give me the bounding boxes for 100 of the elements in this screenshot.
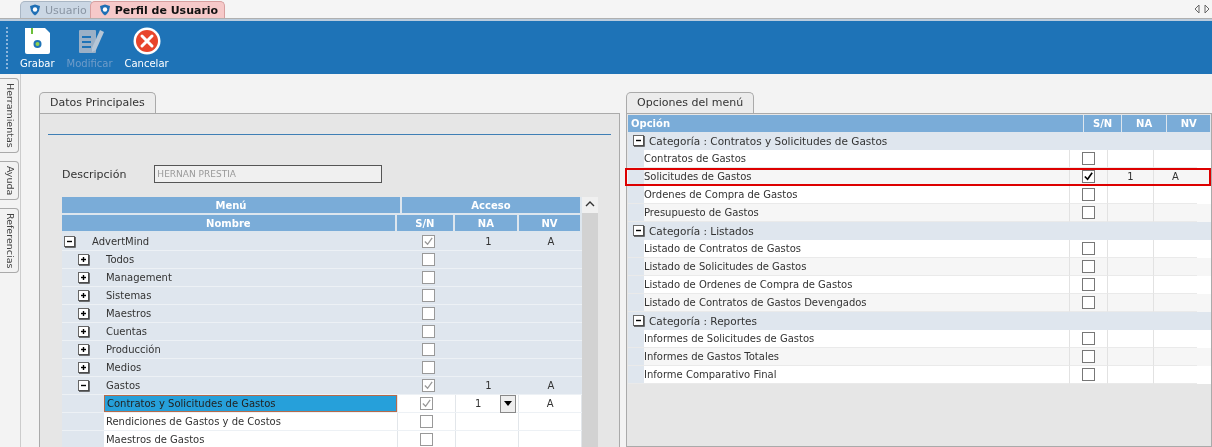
category-row[interactable]: Categoría : Reportes xyxy=(628,312,1211,330)
checkbox[interactable] xyxy=(1082,188,1095,201)
checkbox[interactable] xyxy=(421,343,435,356)
menu-option[interactable]: Listado de Solicitudes de Gastos xyxy=(644,261,807,272)
tree-row[interactable]: Management xyxy=(61,269,582,287)
checkbox[interactable] xyxy=(421,307,435,320)
checkbox[interactable] xyxy=(421,289,435,302)
checkbox[interactable] xyxy=(1082,206,1095,219)
option-row[interactable]: Listado de Ordenes de Compra de Gastos xyxy=(628,276,1211,294)
menu-option[interactable]: Solicitudes de Gastos xyxy=(644,171,752,182)
tree-toggle[interactable] xyxy=(77,325,90,338)
tree-row[interactable]: Maestros xyxy=(61,305,582,323)
tree-item[interactable]: Management xyxy=(103,269,172,286)
side-tab[interactable]: Referencias xyxy=(0,208,19,274)
checkbox[interactable] xyxy=(420,415,434,428)
category-row[interactable]: Categoría : Contratos y Solicitudes de Gastos xyxy=(628,132,1211,150)
menu-option[interactable]: Ordenes de Compra de Gastos xyxy=(644,189,798,200)
checkbox[interactable] xyxy=(421,253,435,266)
menu-option[interactable]: Presupuesto de Gastos xyxy=(644,207,759,218)
group-toggle[interactable] xyxy=(633,135,645,147)
tree-item[interactable]: Maestros de Gastos xyxy=(103,431,205,447)
toolbar-button[interactable]: Grabar xyxy=(18,26,57,69)
tree-row[interactable]: Contratos y Solicitudes de Gastos 1 A xyxy=(61,395,582,413)
checkbox[interactable] xyxy=(421,271,435,284)
menu-option[interactable]: Informes de Solicitudes de Gastos xyxy=(644,333,815,344)
table-cell: 1 xyxy=(1127,171,1134,182)
checkbox[interactable] xyxy=(421,361,435,374)
description-label: Descripción xyxy=(61,167,127,181)
option-row[interactable]: Listado de Solicitudes de Gastos xyxy=(628,258,1211,276)
tree-row[interactable]: AdvertMind 1 A xyxy=(61,233,582,251)
cancel-icon xyxy=(131,26,162,56)
menu-option[interactable]: Listado de Contratos de Gastos xyxy=(644,243,801,254)
checkbox[interactable] xyxy=(1082,350,1095,363)
menu-option[interactable]: Listado de Ordenes de Compra de Gastos xyxy=(644,279,853,290)
checkbox[interactable] xyxy=(1082,368,1095,381)
option-row[interactable]: Ordenes de Compra de Gastos xyxy=(628,186,1211,204)
tree-toggle[interactable] xyxy=(77,379,90,392)
option-row[interactable]: Informes de Gastos Totales xyxy=(628,348,1211,366)
tree-row[interactable]: Rendiciones de Gastos y de Costos xyxy=(61,413,582,431)
tree-toggle[interactable] xyxy=(77,271,90,284)
document-tab[interactable]: Perfil de Usuario xyxy=(89,1,226,18)
option-row[interactable]: Contratos de Gastos xyxy=(628,150,1211,168)
tree-item[interactable]: Maestros xyxy=(103,305,152,322)
group-toggle[interactable] xyxy=(633,315,645,327)
tree-row[interactable]: Todos xyxy=(61,251,582,269)
side-tab[interactable]: Ayuda xyxy=(0,160,19,201)
checkbox[interactable] xyxy=(421,235,435,248)
option-row[interactable]: Informes de Solicitudes de Gastos xyxy=(628,330,1211,348)
scroll-arrows-icon[interactable] xyxy=(1194,4,1210,14)
menu-option[interactable]: Contratos de Gastos xyxy=(644,153,747,164)
tree-row[interactable]: Producción xyxy=(61,341,582,359)
tree-toggle[interactable] xyxy=(77,361,90,374)
option-row[interactable]: Informe Comparativo Final xyxy=(628,366,1211,384)
checkbox[interactable] xyxy=(421,379,435,392)
tree-item[interactable]: Todos xyxy=(103,251,135,268)
option-row[interactable]: Presupuesto de Gastos xyxy=(628,204,1211,222)
tree-item[interactable]: Rendiciones de Gastos y de Costos xyxy=(103,413,281,430)
tree-toggle[interactable] xyxy=(77,307,90,320)
tree-item[interactable]: Cuentas xyxy=(103,323,148,340)
tree-row[interactable]: Medios xyxy=(61,359,582,377)
tree-row[interactable]: Cuentas xyxy=(61,323,582,341)
tree-toggle[interactable] xyxy=(63,235,76,248)
category-header: Categoría : Contratos y Solicitudes de Gastos xyxy=(649,135,888,147)
checkbox[interactable] xyxy=(1082,152,1095,165)
checkbox[interactable] xyxy=(1082,296,1095,309)
checkbox[interactable] xyxy=(420,397,434,410)
checkbox[interactable] xyxy=(420,433,434,446)
tree-item[interactable]: Medios xyxy=(103,359,142,376)
tree-item[interactable]: Sistemas xyxy=(103,287,152,304)
side-tab[interactable]: Herramientas xyxy=(0,78,19,153)
group-toggle[interactable] xyxy=(633,225,645,237)
menu-option[interactable]: Informe Comparativo Final xyxy=(644,369,777,380)
panel-tab[interactable]: Datos Principales xyxy=(38,92,156,113)
tree-item[interactable]: Producción xyxy=(103,341,161,358)
menu-option[interactable]: Listado de Contratos de Gastos Devengados xyxy=(644,297,867,308)
option-row[interactable]: Listado de Contratos de Gastos Devengados xyxy=(628,294,1211,312)
toolbar-button[interactable]: Cancelar xyxy=(122,26,171,69)
checkbox[interactable] xyxy=(1082,242,1095,255)
tree-item[interactable]: Gastos xyxy=(103,377,141,394)
tree-toggle[interactable] xyxy=(77,343,90,356)
level-dropdown[interactable]: 1 xyxy=(455,398,501,409)
scroll-up-icon[interactable] xyxy=(584,201,595,207)
checkbox[interactable] xyxy=(1082,278,1095,291)
checkbox[interactable] xyxy=(421,325,435,338)
option-row[interactable]: Solicitudes de Gastos 1 A xyxy=(625,168,1211,186)
option-row[interactable]: Listado de Contratos de Gastos xyxy=(628,240,1211,258)
tree-row[interactable]: Gastos 1 A xyxy=(61,377,582,395)
checkbox[interactable] xyxy=(1082,332,1095,345)
checkbox[interactable] xyxy=(1082,170,1095,183)
table-cell: A xyxy=(546,398,554,409)
category-header: Categoría : Reportes xyxy=(649,315,758,327)
tree-item[interactable]: Contratos y Solicitudes de Gastos xyxy=(103,395,398,412)
tree-toggle[interactable] xyxy=(77,253,90,266)
menu-option[interactable]: Informes de Gastos Totales xyxy=(644,351,780,362)
tree-item[interactable]: AdvertMind xyxy=(89,233,150,250)
checkbox[interactable] xyxy=(1082,260,1095,273)
tree-row[interactable]: Sistemas xyxy=(61,287,582,305)
panel-tab[interactable]: Opciones del menú xyxy=(626,92,755,113)
tree-toggle[interactable] xyxy=(77,289,90,302)
category-row[interactable]: Categoría : Listados xyxy=(628,222,1211,240)
